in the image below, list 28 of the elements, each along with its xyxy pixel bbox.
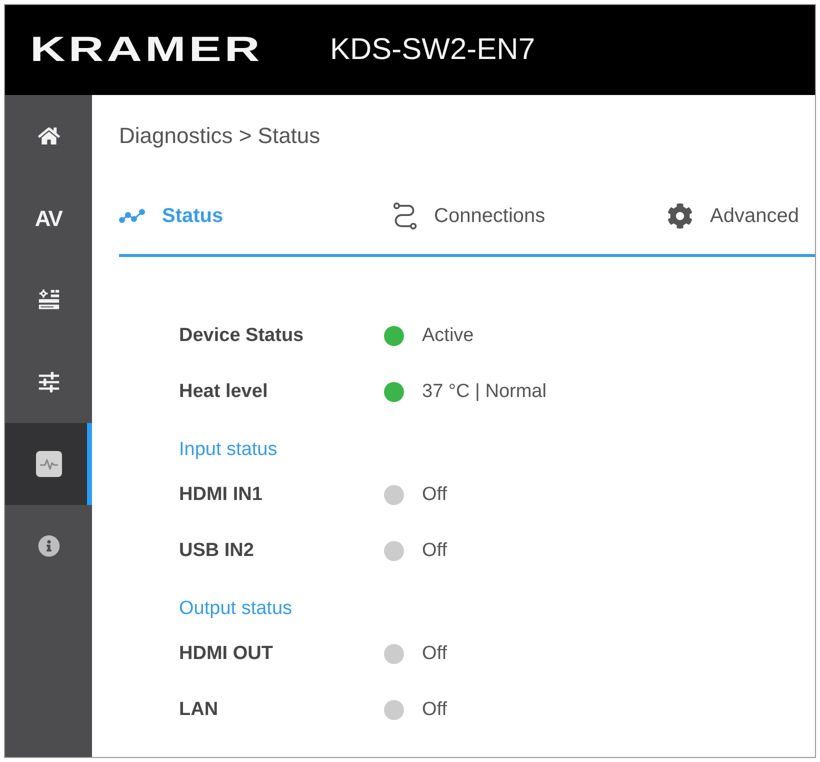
status-value: Off [422, 538, 447, 563]
status-value: Off [422, 698, 447, 722]
status-label: Device Status [179, 324, 304, 346]
breadcrumb: Diagnostics > Status [119, 123, 320, 148]
status-label: LAN [179, 698, 218, 720]
section-heading: Input status [179, 439, 278, 460]
status-value: Off [422, 482, 447, 507]
status-value: Off [422, 642, 447, 666]
activity-icon [36, 451, 62, 477]
sliders-icon [38, 371, 60, 393]
status-label: HDMI IN1 [179, 484, 262, 505]
home-icon [38, 125, 60, 147]
brand-logo: KRAMER [30, 32, 263, 66]
status-label: Heat level [179, 380, 268, 402]
tab[interactable]: Advanced [667, 202, 815, 230]
status-label: HDMI OUT [179, 642, 273, 664]
info-icon [38, 535, 60, 557]
status-value: 37 °C | Normal [422, 380, 546, 404]
status-label: USB IN2 [179, 540, 254, 561]
connector-icon [393, 202, 417, 230]
tab[interactable]: Connections [393, 202, 667, 230]
pulse-icon [119, 208, 145, 222]
device-model: KDS-SW2-EN7 [330, 35, 536, 65]
settings-list-icon [38, 289, 60, 311]
status-value: Active [422, 324, 474, 348]
section-heading: Output status [179, 598, 292, 619]
settings-icon [667, 202, 693, 228]
nav-button[interactable] [5, 423, 92, 505]
